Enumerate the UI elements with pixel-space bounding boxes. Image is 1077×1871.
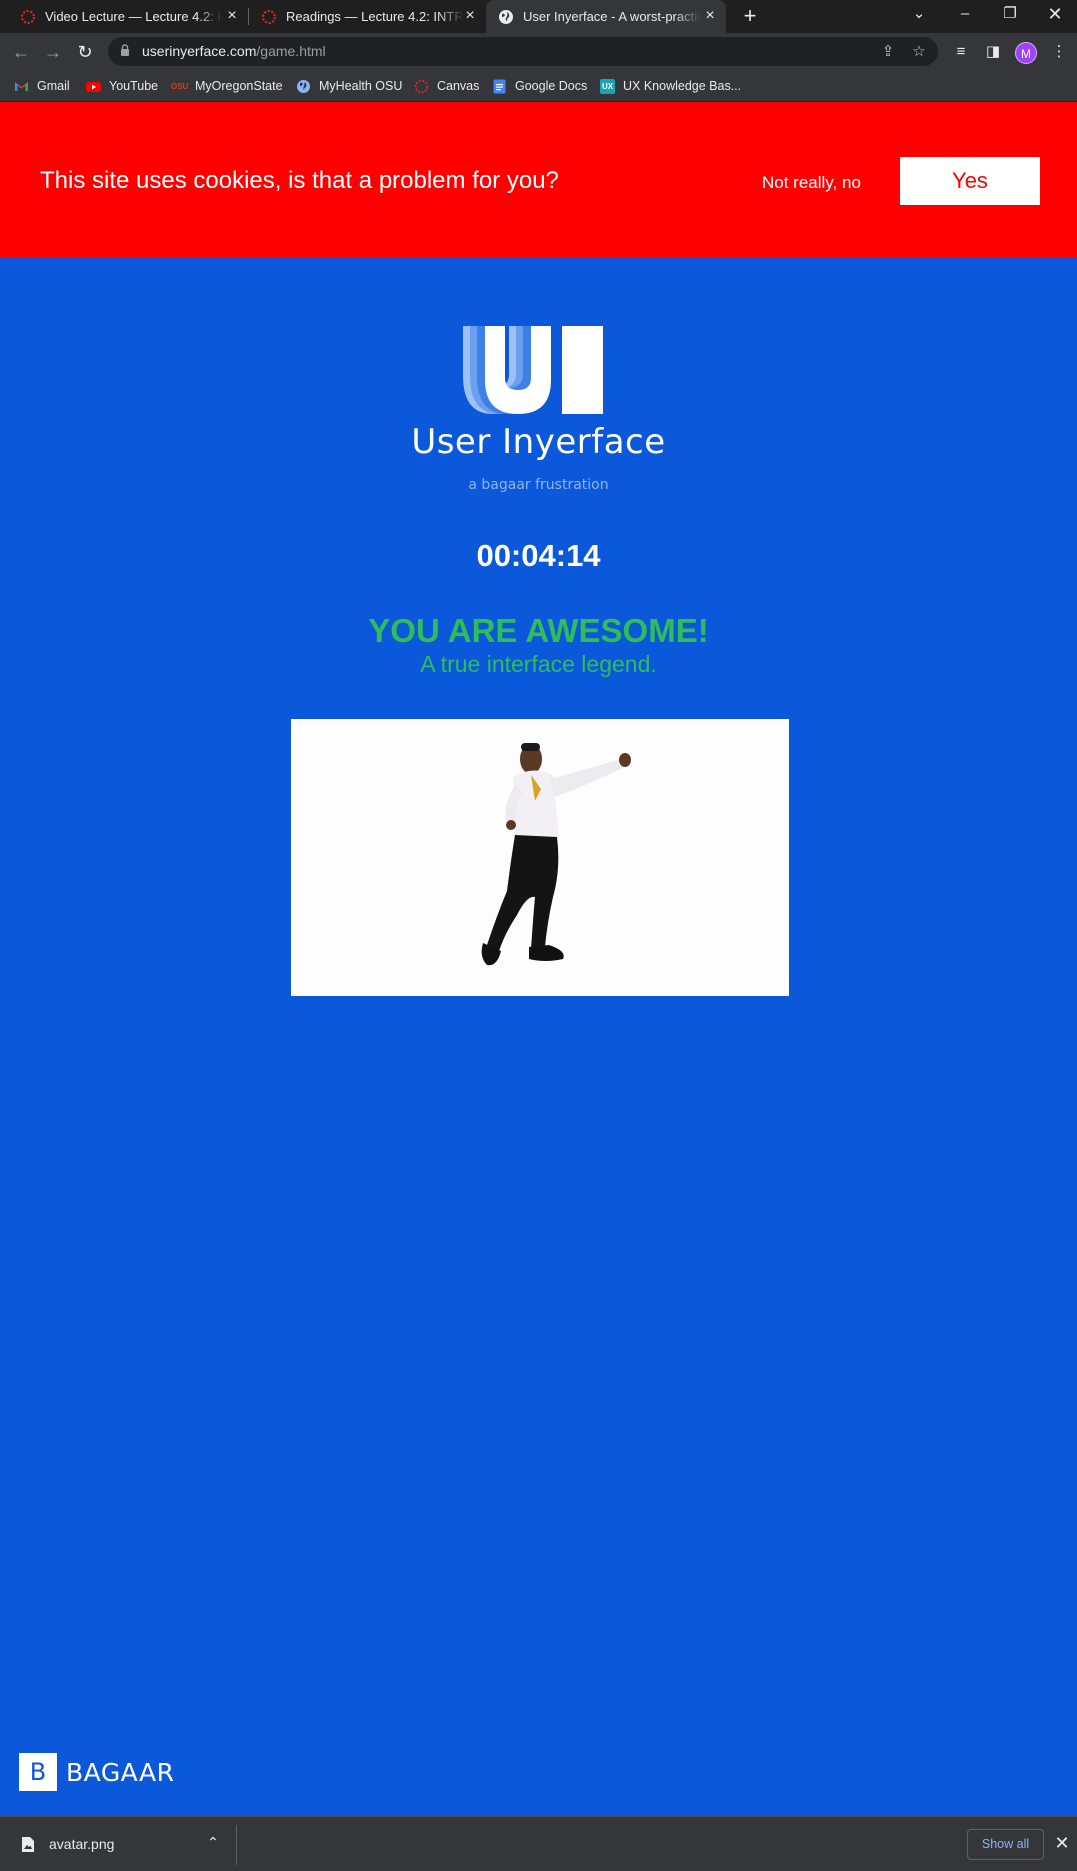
tab-title: Video Lecture — Lecture 4.2: INTRO T [45, 9, 223, 24]
tab-title: User Inyerface - A worst-practice UI [523, 9, 701, 24]
tab-search-icon[interactable]: ⌄ [897, 0, 941, 30]
cookie-accept-button[interactable]: Yes [900, 157, 1040, 205]
tab-user-inyerface[interactable]: User Inyerface - A worst-practice UI × [486, 0, 726, 33]
show-all-downloads-button[interactable]: Show all [967, 1829, 1044, 1860]
bookmark-youtube[interactable]: YouTube [86, 77, 158, 95]
profile-avatar[interactable]: M [1015, 42, 1037, 64]
close-window-icon[interactable]: ✕ [1033, 0, 1077, 30]
tab-readings[interactable]: Readings — Lecture 4.2: INTRO TO × [249, 0, 486, 33]
bookmark-gmail[interactable]: Gmail [14, 77, 70, 95]
share-icon[interactable]: ⇪ [879, 43, 897, 61]
back-icon[interactable]: ← [8, 39, 34, 65]
reload-icon[interactable]: ↻ [72, 39, 98, 65]
forward-icon[interactable]: → [40, 39, 66, 65]
media-control-icon[interactable]: ≡ [951, 42, 971, 62]
lock-icon [121, 44, 129, 56]
ux-icon: UX [600, 78, 615, 94]
download-file-name[interactable]: avatar.png [49, 1836, 114, 1852]
bookmark-label: Gmail [37, 79, 70, 93]
bookmark-label: Google Docs [515, 79, 588, 93]
address-bar[interactable]: userinyerface.com/game.html ⇪ ☆ [108, 37, 938, 66]
user-inyerface-logo [463, 326, 603, 414]
app-title: User Inyerface [411, 422, 666, 462]
bookmark-label: Canvas [437, 79, 480, 93]
result-subheading: A true interface legend. [420, 651, 657, 677]
close-icon[interactable]: ✕ [1052, 1833, 1072, 1853]
osu-icon: OSU [171, 81, 189, 91]
tab-title: Readings — Lecture 4.2: INTRO TO [286, 9, 464, 24]
url-text: userinyerface.com/game.html [142, 43, 326, 59]
bookmark-ux-knowledge-base[interactable]: UX UX Knowledge Bas... [600, 77, 741, 95]
bookmark-star-icon[interactable]: ☆ [910, 43, 928, 61]
browser-toolbar: ← → ↻ userinyerface.com/game.html ⇪ ☆ ≡ … [0, 33, 1077, 70]
result-heading: YOU ARE AWESOME! [368, 612, 709, 649]
bookmark-canvas[interactable]: Canvas [414, 77, 479, 95]
bookmarks-bar: Gmail YouTube OSU MyOregonState MyHealth… [0, 70, 1077, 102]
youtube-icon [86, 81, 101, 92]
canvas-ring-icon [21, 9, 35, 24]
globe-icon [499, 9, 513, 24]
canvas-ring-icon [262, 9, 276, 24]
game-timer: 00:04:14 [476, 538, 601, 573]
close-tab-icon[interactable]: × [224, 8, 240, 24]
bookmark-label: UX Knowledge Bas... [623, 79, 742, 93]
menu-icon[interactable]: ⋮ [1049, 42, 1069, 62]
bagaar-logo[interactable]: B BAGAAR [19, 1753, 174, 1791]
minimize-icon[interactable]: – [943, 0, 987, 30]
close-tab-icon[interactable]: × [462, 8, 478, 24]
gmail-icon [15, 81, 28, 91]
bookmark-label: MyHealth OSU [319, 79, 403, 93]
new-tab-icon[interactable]: + [738, 4, 762, 28]
cookie-message: This site uses cookies, is that a proble… [40, 167, 559, 194]
url-domain: userinyerface.com [142, 43, 257, 59]
close-tab-icon[interactable]: × [702, 8, 718, 24]
url-path: /game.html [256, 43, 326, 59]
bagaar-logo-mark: B [19, 1753, 57, 1791]
bookmark-myhealth-osu[interactable]: MyHealth OSU [296, 77, 402, 95]
dancing-man-image [291, 719, 789, 996]
bookmark-label: YouTube [109, 79, 159, 93]
download-shelf: avatar.png ⌃ Show all ✕ [0, 1816, 1077, 1871]
canvas-ring-icon [414, 79, 429, 93]
bookmark-myoregonstate[interactable]: OSU MyOregonState [171, 77, 283, 95]
cookie-decline-button[interactable]: Not really, no [762, 173, 861, 193]
globe-icon [297, 79, 310, 93]
side-panel-icon[interactable]: ◨ [983, 42, 1003, 62]
app-subtitle: a bagaar frustration [468, 477, 609, 493]
restore-icon[interactable]: ❐ [988, 0, 1032, 30]
tab-video-lecture[interactable]: Video Lecture — Lecture 4.2: INTRO T × [8, 0, 248, 33]
celebration-image [291, 719, 789, 996]
shelf-divider [236, 1825, 237, 1865]
tab-strip: Video Lecture — Lecture 4.2: INTRO T × R… [0, 0, 1077, 33]
google-docs-icon [493, 79, 506, 93]
bookmark-google-docs[interactable]: Google Docs [492, 77, 587, 95]
chevron-up-icon[interactable]: ⌃ [204, 1834, 222, 1851]
cookie-banner: This site uses cookies, is that a proble… [0, 102, 1077, 258]
bookmark-label: MyOregonState [195, 79, 283, 93]
file-image-icon [22, 1837, 34, 1852]
bagaar-wordmark: BAGAAR [66, 1757, 175, 1787]
